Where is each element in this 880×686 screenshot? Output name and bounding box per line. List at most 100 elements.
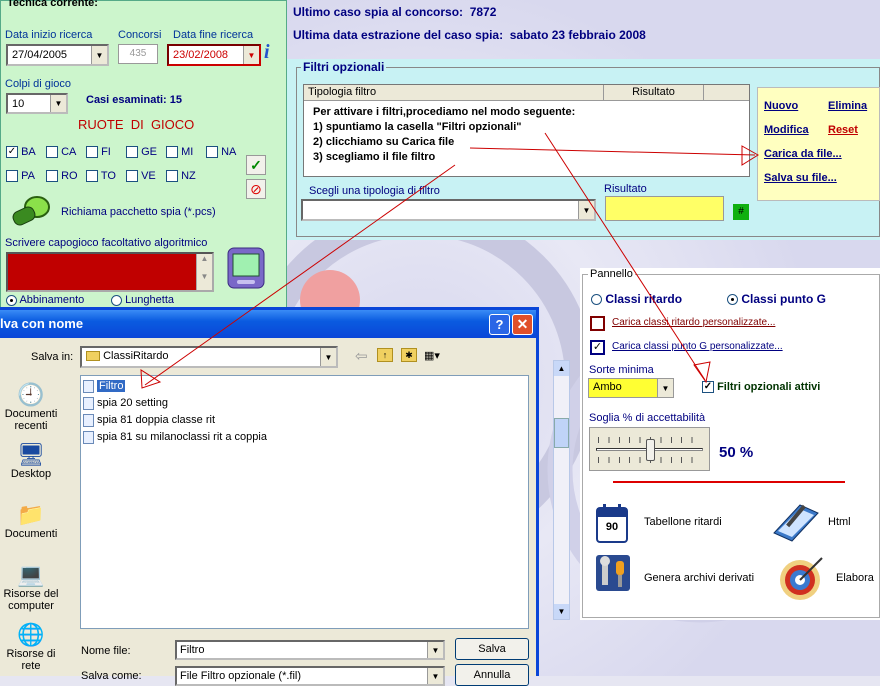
place-1[interactable]: 🖥 Desktop	[0, 442, 62, 480]
checkbox-icon	[86, 146, 98, 159]
pannello-legend: Pannello	[588, 268, 635, 280]
instruction-line: 1) spuntiamo la casella "Filtri opzional…	[313, 121, 522, 133]
radio-icon	[727, 294, 738, 306]
ruota-label: CA	[61, 146, 77, 158]
annulla-button[interactable]: Annulla	[455, 664, 529, 686]
clear-all-button[interactable]: ⊘	[246, 179, 266, 199]
chevron-down-icon: ▼	[320, 348, 336, 366]
up-folder-icon[interactable]: ↑	[377, 348, 393, 362]
sorte-label: Sorte minima	[589, 364, 654, 376]
elabora-label[interactable]: Elabora	[836, 572, 874, 584]
capogioco-textarea[interactable]: ▲ ▼	[6, 252, 214, 292]
ruota-fi-checkbox[interactable]: FI	[86, 146, 111, 159]
check-all-button[interactable]: ✓	[246, 155, 266, 175]
soglia-label: Soglia % di accettabilità	[589, 412, 706, 424]
info-icon[interactable]: i	[264, 41, 270, 64]
end-date-combo[interactable]: 23/02/2008 ▼	[167, 44, 261, 66]
palmtop-icon[interactable]	[225, 244, 267, 290]
file-item[interactable]: spia 81 doppia classe rit	[83, 412, 503, 429]
slider-thumb[interactable]	[646, 439, 655, 461]
capogioco-label: Scrivere capogioco facoltativo algoritmi…	[5, 237, 208, 249]
ruota-mi-checkbox[interactable]: MI	[166, 146, 193, 159]
ruota-label: GE	[141, 146, 157, 158]
elimina-link[interactable]: Elimina	[828, 100, 867, 112]
ruota-na-checkbox[interactable]: NA	[206, 146, 236, 159]
nuovo-link[interactable]: Nuovo	[764, 100, 798, 112]
classi-punto-g-radio[interactable]: Classi punto G	[727, 292, 826, 306]
salva-link[interactable]: Salva su file...	[764, 172, 837, 184]
genera-label[interactable]: Genera archivi derivati	[644, 572, 754, 584]
hash-button[interactable]: #	[733, 204, 749, 220]
target-icon[interactable]	[778, 554, 826, 602]
scroll-up-arrow[interactable]: ▲	[554, 361, 569, 376]
ruota-ve-checkbox[interactable]: VE	[126, 170, 156, 183]
chevron-down-icon: ▼	[50, 95, 66, 112]
html-book-icon[interactable]	[770, 499, 822, 543]
chevron-down-icon: ▼	[91, 46, 107, 64]
carica-link[interactable]: Carica da file...	[764, 148, 842, 160]
salva-button[interactable]: Salva	[455, 638, 529, 660]
carica-ritardo-link[interactable]: Carica classi ritardo personalizzate...	[612, 317, 775, 328]
richiama-label[interactable]: Richiama pacchetto spia (*.pcs)	[61, 206, 216, 218]
chevron-down-icon: ▼	[657, 379, 673, 397]
colpi-combo[interactable]: 10 ▼	[6, 93, 68, 114]
salva-in-combo[interactable]: ClassiRitardo ▼	[80, 346, 338, 368]
file-item[interactable]: spia 81 su milanoclassi rit a coppia	[83, 429, 503, 446]
ruota-pa-checkbox[interactable]: PA	[6, 170, 35, 183]
ruota-ge-checkbox[interactable]: GE	[126, 146, 157, 159]
ruota-nz-checkbox[interactable]: NZ	[166, 170, 196, 183]
spy-lamp-icon[interactable]	[7, 193, 53, 229]
scroll-thumb[interactable]	[554, 418, 569, 448]
file-item[interactable]: spia 20 setting	[83, 395, 503, 412]
risultato-field[interactable]	[605, 196, 724, 221]
file-list[interactable]: Filtro spia 20 setting spia 81 doppia clas…	[80, 375, 529, 629]
lunghetta-radio[interactable]: Lunghetta	[111, 294, 174, 306]
instructions: Per attivare i filtri,procediamo nel mod…	[313, 105, 713, 165]
ruota-ro-checkbox[interactable]: RO	[46, 170, 78, 183]
ruota-to-checkbox[interactable]: TO	[86, 170, 116, 183]
help-button[interactable]: ?	[489, 314, 510, 335]
tools-icon[interactable]	[594, 553, 632, 593]
place-3[interactable]: 💻 Risorse del computer	[0, 562, 62, 612]
file-list-scrollbar[interactable]: ▲ ▼	[553, 360, 570, 620]
ruota-label: PA	[21, 170, 35, 182]
place-4[interactable]: 🌐 Risorse di rete	[0, 622, 62, 672]
salva-come-label: Salva come:	[81, 670, 142, 682]
casi-label: Casi esaminati: 15	[86, 94, 182, 106]
calendar-icon[interactable]: 90	[594, 503, 630, 545]
back-icon[interactable]: ⇦	[355, 347, 368, 365]
html-label[interactable]: Html	[828, 516, 851, 528]
sorte-combo[interactable]: Ambo ▼	[588, 378, 674, 398]
place-0[interactable]: 🕘 Documenti recenti	[0, 382, 62, 432]
dialog-titlebar[interactable]: lva con nome ? ✕	[0, 310, 536, 338]
filters-grid: Tipologia filtro Risultato Per attivare …	[303, 84, 750, 177]
tabellone-label[interactable]: Tabellone ritardi	[644, 516, 722, 528]
reset-link[interactable]: Reset	[828, 124, 858, 136]
filtri-attivi-checkbox[interactable]: ✓ Filtri opzionali attivi	[702, 381, 820, 394]
close-button[interactable]: ✕	[512, 314, 533, 335]
carica-punto-g-link[interactable]: Carica classi punto G personalizzate...	[612, 341, 783, 352]
classi-ritardo-radio[interactable]: Classi ritardo	[591, 292, 682, 306]
ritardo-checkbox[interactable]	[590, 316, 605, 331]
pannello-panel: Pannello Classi ritardo Classi punto G C…	[580, 268, 880, 620]
ruota-ca-checkbox[interactable]: CA	[46, 146, 77, 159]
filter-type-combo[interactable]: ▼	[301, 199, 596, 221]
textarea-scrollbar[interactable]: ▲ ▼	[196, 254, 212, 290]
place-icon: 🖥	[17, 442, 45, 467]
nome-file-input[interactable]: Filtro ▼	[175, 640, 445, 660]
salva-come-combo[interactable]: File Filtro opzionale (*.fil) ▼	[175, 666, 445, 686]
file-item[interactable]: Filtro	[83, 378, 503, 395]
risultato-label: Risultato	[604, 183, 647, 195]
abbinamento-radio[interactable]: Abbinamento	[6, 294, 84, 306]
start-date-combo[interactable]: 27/04/2005 ▼	[6, 44, 109, 66]
modifica-link[interactable]: Modifica	[764, 124, 809, 136]
punto-g-checkbox[interactable]: ✓	[590, 340, 605, 355]
checkbox-icon	[166, 146, 178, 159]
soglia-slider[interactable]	[589, 427, 710, 471]
view-menu-icon[interactable]: ▦▾	[424, 349, 440, 362]
scroll-down-arrow[interactable]: ▼	[554, 604, 569, 619]
ruota-ba-checkbox[interactable]: ✓ BA	[6, 146, 36, 159]
new-folder-icon[interactable]: ✱	[401, 348, 417, 362]
place-2[interactable]: 📁 Documenti	[0, 502, 62, 540]
file-name: spia 81 doppia classe rit	[97, 414, 216, 426]
